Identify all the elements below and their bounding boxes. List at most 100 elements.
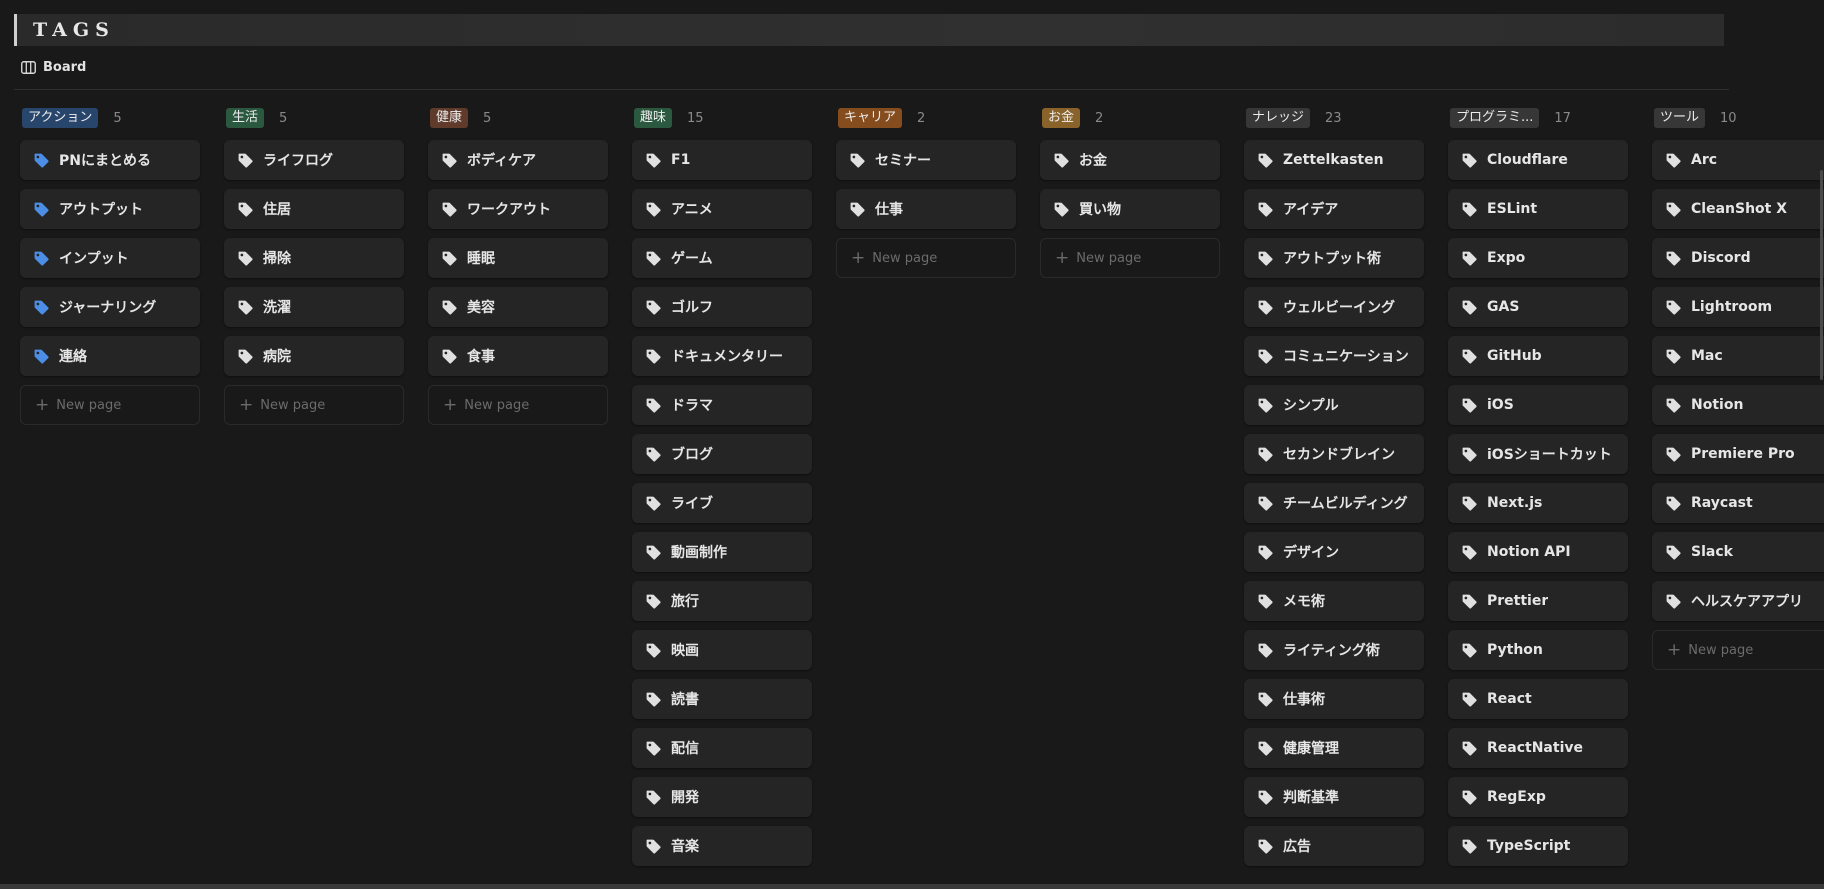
board-card[interactable]: シンプル: [1244, 385, 1424, 425]
board-card[interactable]: RegExp: [1448, 777, 1628, 817]
board-card[interactable]: 仕事術: [1244, 679, 1424, 719]
board-card[interactable]: iOS: [1448, 385, 1628, 425]
board-card[interactable]: ヘルスケアアプリ: [1652, 581, 1824, 621]
column-header[interactable]: ツール 10: [1652, 105, 1824, 131]
board-card[interactable]: アウトプット: [20, 189, 200, 229]
board-card[interactable]: 連絡: [20, 336, 200, 376]
board-card[interactable]: 広告: [1244, 826, 1424, 866]
board-card[interactable]: Notion: [1652, 385, 1824, 425]
board-card[interactable]: 食事: [428, 336, 608, 376]
board-card[interactable]: Next.js: [1448, 483, 1628, 523]
board-card[interactable]: ブログ: [632, 434, 812, 474]
horizontal-scrollbar[interactable]: [0, 884, 1824, 889]
board-card[interactable]: ゴルフ: [632, 287, 812, 327]
board-card[interactable]: ドラマ: [632, 385, 812, 425]
board-card[interactable]: 掃除: [224, 238, 404, 278]
board-card[interactable]: ウェルビーイング: [1244, 287, 1424, 327]
board-card[interactable]: 開発: [632, 777, 812, 817]
column-header[interactable]: ナレッジ 23: [1244, 105, 1426, 131]
board-card[interactable]: 映画: [632, 630, 812, 670]
board-card[interactable]: アニメ: [632, 189, 812, 229]
view-tab-board[interactable]: Board: [21, 60, 86, 75]
column-header[interactable]: プログラミ... 17: [1448, 105, 1630, 131]
board-card[interactable]: Discord: [1652, 238, 1824, 278]
board-card[interactable]: セミナー: [836, 140, 1016, 180]
board-card[interactable]: 美容: [428, 287, 608, 327]
new-page-button[interactable]: + New page: [1652, 630, 1824, 670]
column-header[interactable]: 生活 5: [224, 105, 406, 131]
board-card[interactable]: チームビルディング: [1244, 483, 1424, 523]
column-count: 2: [917, 110, 926, 126]
board-card[interactable]: 睡眠: [428, 238, 608, 278]
board-card[interactable]: 仕事: [836, 189, 1016, 229]
board-card[interactable]: 洗濯: [224, 287, 404, 327]
new-page-button[interactable]: + New page: [1040, 238, 1220, 278]
tag-icon: [1462, 202, 1477, 217]
board-card[interactable]: Lightroom: [1652, 287, 1824, 327]
board-card[interactable]: アウトプット術: [1244, 238, 1424, 278]
new-page-button[interactable]: + New page: [428, 385, 608, 425]
column-header[interactable]: お金 2: [1040, 105, 1222, 131]
board-card[interactable]: ESLint: [1448, 189, 1628, 229]
board-card[interactable]: デザイン: [1244, 532, 1424, 572]
board-card[interactable]: 健康管理: [1244, 728, 1424, 768]
board-card[interactable]: GitHub: [1448, 336, 1628, 376]
board-card[interactable]: iOSショートカット: [1448, 434, 1628, 474]
board-card[interactable]: ライティング術: [1244, 630, 1424, 670]
board-card[interactable]: コミュニケーション: [1244, 336, 1424, 376]
new-page-button[interactable]: + New page: [224, 385, 404, 425]
board-card[interactable]: F1: [632, 140, 812, 180]
new-page-button[interactable]: + New page: [20, 385, 200, 425]
board-card[interactable]: Slack: [1652, 532, 1824, 572]
board-card[interactable]: Mac: [1652, 336, 1824, 376]
board-card[interactable]: Expo: [1448, 238, 1628, 278]
board-card[interactable]: 音楽: [632, 826, 812, 866]
board-card[interactable]: ドキュメンタリー: [632, 336, 812, 376]
board-card[interactable]: ボディケア: [428, 140, 608, 180]
board-card[interactable]: Python: [1448, 630, 1628, 670]
board-card[interactable]: ジャーナリング: [20, 287, 200, 327]
board-card[interactable]: Raycast: [1652, 483, 1824, 523]
board-card[interactable]: 住居: [224, 189, 404, 229]
board-card[interactable]: 配信: [632, 728, 812, 768]
board-card[interactable]: Zettelkasten: [1244, 140, 1424, 180]
board-card[interactable]: Prettier: [1448, 581, 1628, 621]
board-card[interactable]: GAS: [1448, 287, 1628, 327]
board-card[interactable]: アイデア: [1244, 189, 1424, 229]
board-card[interactable]: 判断基準: [1244, 777, 1424, 817]
board-card[interactable]: インプット: [20, 238, 200, 278]
board-card[interactable]: React: [1448, 679, 1628, 719]
board-card[interactable]: 動画制作: [632, 532, 812, 572]
board-card[interactable]: ライブ: [632, 483, 812, 523]
board-card[interactable]: Premiere Pro: [1652, 434, 1824, 474]
tag-icon: [1462, 741, 1477, 756]
board-card[interactable]: 病院: [224, 336, 404, 376]
column-header[interactable]: 健康 5: [428, 105, 610, 131]
board-card[interactable]: PNにまとめる: [20, 140, 200, 180]
board-card[interactable]: 買い物: [1040, 189, 1220, 229]
tag-icon: [1258, 153, 1273, 168]
board-card[interactable]: CleanShot X: [1652, 189, 1824, 229]
column-header[interactable]: アクション 5: [20, 105, 202, 131]
board-card[interactable]: Cloudflare: [1448, 140, 1628, 180]
board-card[interactable]: ゲーム: [632, 238, 812, 278]
board-view-icon: [21, 61, 36, 74]
board-card[interactable]: ReactNative: [1448, 728, 1628, 768]
board-card[interactable]: TypeScript: [1448, 826, 1628, 866]
board-card[interactable]: ライフログ: [224, 140, 404, 180]
board-card[interactable]: ワークアウト: [428, 189, 608, 229]
vertical-scrollbar[interactable]: [1820, 170, 1823, 380]
board-card[interactable]: メモ術: [1244, 581, 1424, 621]
new-page-button[interactable]: + New page: [836, 238, 1016, 278]
board-card[interactable]: Arc: [1652, 140, 1824, 180]
column-header[interactable]: 趣味 15: [632, 105, 814, 131]
board-card[interactable]: 旅行: [632, 581, 812, 621]
column-group-label: ナレッジ: [1246, 108, 1311, 128]
tag-icon: [1258, 496, 1273, 511]
board-card[interactable]: 読書: [632, 679, 812, 719]
column-header[interactable]: キャリア 2: [836, 105, 1018, 131]
board-card[interactable]: セカンドブレイン: [1244, 434, 1424, 474]
board-card[interactable]: Notion API: [1448, 532, 1628, 572]
tag-icon: [1462, 398, 1477, 413]
board-card[interactable]: お金: [1040, 140, 1220, 180]
